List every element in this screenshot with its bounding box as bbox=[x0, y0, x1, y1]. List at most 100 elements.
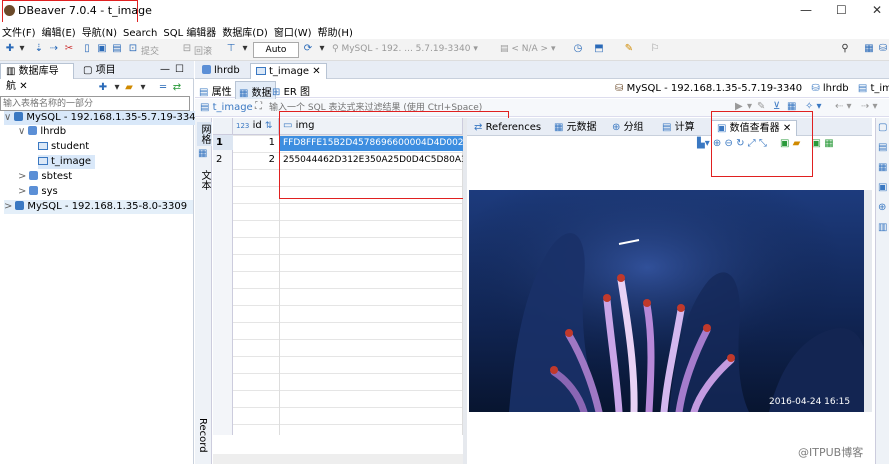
filter-history-icon[interactable]: ⛶ bbox=[255, 101, 262, 112]
sort-icon[interactable]: ⇅ bbox=[265, 121, 273, 131]
tab-metadata[interactable]: ▦ 元数据 bbox=[549, 120, 602, 136]
subtab-er-diagram[interactable]: ⊞ ER 图 bbox=[272, 83, 310, 98]
refresh-dropdown-icon[interactable]: ▾ bbox=[315, 42, 329, 56]
commit-mode-select[interactable]: Auto bbox=[253, 42, 299, 58]
menu-database[interactable]: 数据库(D) bbox=[220, 22, 272, 39]
table-filter-input[interactable] bbox=[0, 96, 190, 111]
bookmark-icon[interactable]: ⚐ bbox=[648, 42, 662, 56]
row-number[interactable]: 1 bbox=[213, 135, 233, 150]
menu-sql-editor[interactable]: SQL 编辑器 bbox=[161, 22, 220, 39]
minimize-button[interactable]: — bbox=[800, 3, 812, 17]
new-connection-small-icon[interactable]: ✚ bbox=[96, 81, 110, 95]
transaction-log-icon[interactable]: ◷ bbox=[571, 42, 585, 56]
grouping-view-icon[interactable]: ▥ bbox=[878, 222, 887, 233]
connect-icon[interactable]: ⇢ bbox=[47, 42, 61, 56]
tab-references[interactable]: ⇄ References bbox=[469, 120, 546, 136]
nav-more-icon[interactable]: ▾ bbox=[136, 81, 150, 95]
text-view-tab[interactable]: 文本 bbox=[197, 170, 212, 190]
open-sql-icon[interactable]: ▣ bbox=[95, 42, 109, 56]
tree-node-sys[interactable]: > sys bbox=[18, 185, 58, 199]
menu-edit[interactable]: 编辑(E) bbox=[40, 22, 80, 39]
active-connection-select[interactable]: ⚲ MySQL - 192. ... 5.7.19-3340 ▾ bbox=[332, 44, 490, 54]
expand-icon[interactable]: ∨ bbox=[18, 126, 25, 137]
transaction-mode-icon[interactable]: ⊤ bbox=[224, 42, 238, 56]
tab-projects[interactable]: ▢ 项目 bbox=[78, 63, 121, 79]
menu-window[interactable]: 窗口(W) bbox=[272, 22, 316, 39]
horizontal-scrollbar[interactable] bbox=[213, 454, 463, 464]
column-header-id[interactable]: 123 id ⇅ bbox=[233, 118, 279, 135]
maximize-button[interactable]: ☐ bbox=[836, 3, 847, 17]
active-schema-select[interactable]: ▤ < N/A > ▾ bbox=[500, 44, 568, 54]
tools-icon[interactable]: ⬒ bbox=[592, 42, 606, 56]
database-icon bbox=[28, 126, 38, 135]
minimize-panel-icon[interactable]: — bbox=[160, 64, 170, 75]
collapse-all-icon[interactable]: ═ bbox=[156, 81, 170, 95]
tab-calculation[interactable]: ▤ 计算 bbox=[657, 120, 700, 136]
er-icon: ⊞ bbox=[272, 87, 284, 98]
references-view-icon[interactable]: ⊕ bbox=[878, 202, 886, 213]
close-tab-icon[interactable]: ✕ bbox=[312, 66, 320, 77]
menu-help[interactable]: 帮助(H) bbox=[316, 22, 357, 39]
sql-editor-icon[interactable]: ▯ bbox=[80, 42, 94, 56]
value-vertical-scrollbar[interactable] bbox=[864, 190, 872, 412]
rollback-button[interactable]: 回滚 bbox=[194, 44, 212, 57]
close-button[interactable]: ✕ bbox=[872, 3, 882, 17]
tab-lhrdb[interactable]: lhrdb bbox=[197, 63, 245, 79]
perspective-sql-icon[interactable]: ▦ bbox=[862, 42, 876, 56]
table-cell-id[interactable]: 2 bbox=[233, 152, 279, 167]
perspective-db-icon[interactable]: ⛁ bbox=[876, 42, 889, 56]
tree-node-lhrdb[interactable]: ∨ lhrdb bbox=[18, 125, 66, 139]
right-trim-bar: ▢ ▤ ▦ ▣ ⊕ ▥ bbox=[875, 118, 889, 464]
grid-view-tab[interactable]: 网格 bbox=[197, 122, 212, 146]
row-number[interactable]: 2 bbox=[213, 152, 233, 167]
commit-icon[interactable]: ⊡ bbox=[126, 42, 140, 56]
format-icon[interactable]: ✎ bbox=[622, 42, 636, 56]
nav-forward-icon[interactable]: ⇢ ▾ bbox=[861, 101, 878, 112]
expand-icon[interactable]: > bbox=[18, 186, 26, 197]
invalidate-icon[interactable]: ✂ bbox=[62, 42, 76, 56]
panel-settings-icon[interactable]: ▦ bbox=[824, 138, 833, 149]
tab-grouping[interactable]: ⊕ 分组 bbox=[607, 120, 649, 136]
tree-node-label: MySQL - 192.168.1.35-8.0-3309 bbox=[27, 201, 188, 212]
expand-icon[interactable]: > bbox=[4, 201, 12, 212]
expand-icon[interactable]: ∨ bbox=[4, 112, 11, 123]
breadcrumb-connection[interactable]: MySQL - 192.168.1.35-5.7.19-3340 bbox=[627, 83, 803, 94]
menu-file[interactable]: 文件(F) bbox=[0, 22, 40, 39]
tree-node-mysql-3309[interactable]: > MySQL - 192.168.1.35-8.0-3309 bbox=[4, 200, 194, 214]
panel-restore-icon[interactable]: ▢ bbox=[878, 122, 887, 133]
content-type-icon[interactable]: ▙▾ bbox=[697, 138, 710, 149]
subtab-properties[interactable]: ▤ 属性 bbox=[199, 83, 232, 98]
dropdown-icon[interactable]: ▾ bbox=[15, 42, 29, 56]
tree-node-mysql-3340[interactable]: ∨ MySQL - 192.168.1.35-5.7.19-3340 bbox=[4, 111, 208, 125]
search-icon[interactable]: ⚲ bbox=[838, 42, 852, 56]
commit-button[interactable]: 提交 bbox=[141, 44, 159, 57]
outline-view-icon[interactable]: ▦ bbox=[878, 162, 887, 173]
database-navigator: ▥ 数据库导航 ✕ ▢ 项目 — ☐ ✚ ▾ ▰ ▾ ═ ⇄ ∨MySQL - … bbox=[0, 61, 208, 464]
tab-t-image[interactable]: t_image ✕ bbox=[250, 63, 327, 79]
breadcrumb-database[interactable]: lhrdb bbox=[823, 83, 849, 94]
new-folder-icon[interactable]: ▰ bbox=[122, 81, 136, 95]
tree-node-student[interactable]: student bbox=[38, 140, 89, 154]
disconnect-icon[interactable]: ⇣ bbox=[32, 42, 46, 56]
watermark: @ITPUB博客 bbox=[798, 446, 864, 459]
expand-icon[interactable]: > bbox=[18, 171, 26, 182]
tree-node-label: t_image bbox=[51, 156, 92, 167]
record-view-tab[interactable]: Record bbox=[197, 418, 208, 453]
breadcrumb-table[interactable]: t_image bbox=[870, 83, 889, 94]
tab-database-navigator[interactable]: ▥ 数据库导航 ✕ bbox=[0, 63, 74, 92]
table-cell-id[interactable]: 1 bbox=[233, 135, 279, 150]
tree-node-t-image[interactable]: t_image bbox=[38, 155, 96, 169]
tree-node-sbtest[interactable]: > sbtest bbox=[18, 170, 72, 184]
rollback-icon[interactable]: ⊟ bbox=[180, 42, 194, 56]
panels-view-icon[interactable]: ▣ bbox=[878, 182, 887, 193]
link-editor-icon[interactable]: ⇄ bbox=[170, 81, 184, 95]
recent-sql-icon[interactable]: ▤ bbox=[110, 42, 124, 56]
maximize-panel-icon[interactable]: ☐ bbox=[175, 64, 184, 75]
menu-navigate[interactable]: 导航(N) bbox=[80, 22, 121, 39]
transaction-dropdown-icon[interactable]: ▾ bbox=[238, 42, 252, 56]
properties-view-icon[interactable]: ▤ bbox=[878, 142, 887, 153]
refresh-icon[interactable]: ⟳ bbox=[301, 42, 315, 56]
menu-search[interactable]: Search bbox=[121, 26, 161, 39]
nav-back-icon[interactable]: ⇠ ▾ bbox=[835, 101, 852, 112]
record-view-label: Record bbox=[197, 418, 208, 453]
